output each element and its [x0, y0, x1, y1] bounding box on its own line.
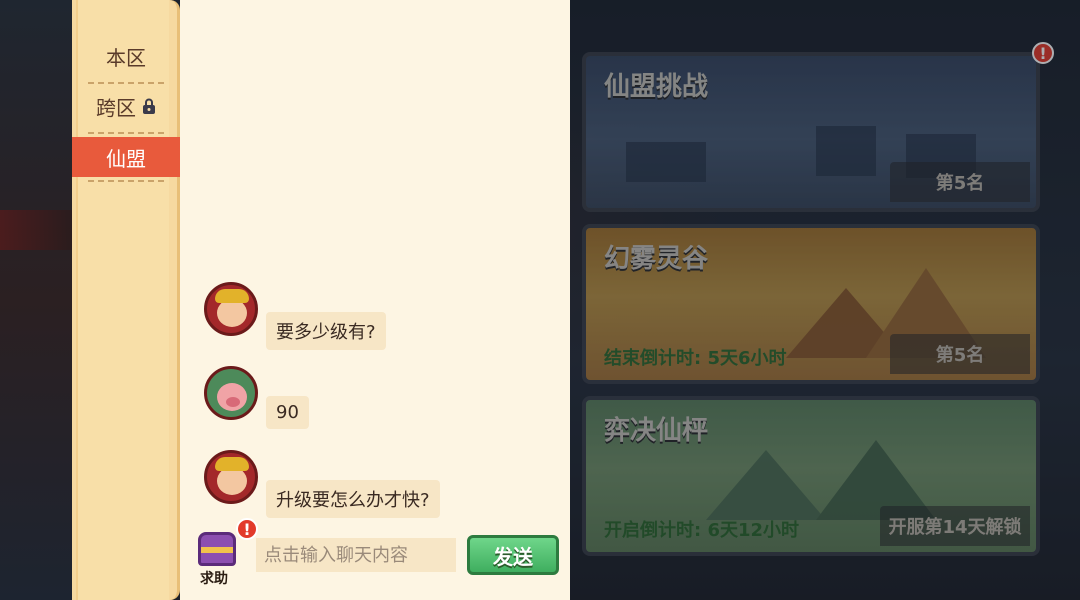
rank-label: 第5名 — [890, 334, 1030, 374]
tab-divider — [88, 82, 164, 84]
tab-alliance[interactable]: 仙盟 — [72, 137, 180, 177]
chat-input[interactable] — [256, 538, 456, 572]
activity-card-alliance-challenge[interactable]: 仙盟挑战 第5名 — [582, 52, 1040, 212]
alert-badge: ! — [1032, 42, 1054, 64]
rank-label: 第5名 — [890, 162, 1030, 202]
tab-label: 跨区 — [96, 95, 136, 120]
unlock-label: 开服第14天解锁 — [880, 506, 1030, 546]
card-title: 弈决仙枰 — [604, 416, 709, 446]
alert-badge: ! — [236, 518, 258, 540]
treasure-chest-icon — [198, 532, 236, 566]
open-countdown: 开启倒计时: 6天12小时 — [604, 520, 800, 541]
left-scene-backdrop — [0, 0, 72, 600]
tab-divider — [88, 180, 164, 182]
tab-divider — [88, 132, 164, 134]
activity-list: 仙盟挑战 第5名 ! 幻雾灵谷 结束倒计时: 5天6小时 第5名 弈决仙枰 开启… — [570, 0, 1080, 600]
send-button[interactable]: 发送 — [467, 535, 559, 575]
activity-card-mist-valley[interactable]: 幻雾灵谷 结束倒计时: 5天6小时 第5名 — [582, 224, 1040, 384]
warrior-avatar[interactable] — [204, 450, 258, 504]
card-title: 仙盟挑战 — [604, 72, 709, 102]
activity-card-chess-duel[interactable]: 弈决仙枰 开启倒计时: 6天12小时 开服第14天解锁 — [582, 396, 1040, 556]
tab-label: 仙盟 — [106, 146, 146, 171]
end-countdown: 结束倒计时: 5天6小时 — [604, 348, 787, 369]
message-bubble: 升级要怎么办才快? — [266, 480, 440, 518]
tab-cross-server[interactable]: 跨区 — [72, 86, 180, 126]
help-button[interactable]: ! 求助 — [194, 518, 258, 587]
help-label: 求助 — [200, 571, 228, 587]
message-bubble: 90 — [266, 396, 309, 429]
warrior-avatar[interactable] — [204, 282, 258, 336]
message-bubble: 要多少级有? — [266, 312, 386, 350]
channel-sidebar: 本区 跨区 仙盟 — [72, 0, 180, 600]
pig-avatar[interactable] — [204, 366, 258, 420]
tab-label: 本区 — [106, 45, 146, 70]
card-title: 幻雾灵谷 — [604, 244, 709, 274]
lock-icon — [143, 98, 155, 114]
tab-local-server[interactable]: 本区 — [72, 36, 180, 76]
